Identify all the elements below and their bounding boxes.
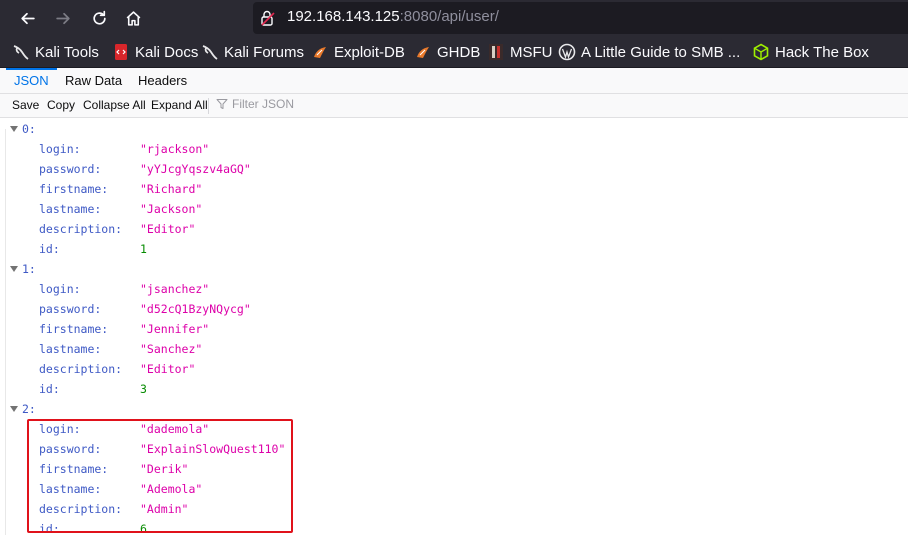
copy-button[interactable]: Copy [47,98,75,112]
expand-triangle-icon [10,265,18,272]
bookmark-label: Kali Tools [35,43,99,61]
json-key: description: [39,222,123,236]
bookmark-label: GHDB [437,43,481,61]
json-value: "Sanchez" [140,342,203,356]
json-viewer-tabs: JSON Raw Data Headers [0,68,908,94]
json-entry-toggle[interactable]: 0: [10,119,36,139]
json-entry-toggle[interactable]: 2: [10,399,36,419]
hackthebox-icon [752,43,770,61]
kali-docs-icon [112,43,130,61]
bookmark-kali-docs[interactable]: Kali Docs [112,42,198,62]
bookmark-msfu[interactable]: MSFU [487,42,553,62]
json-key: id: [39,382,60,396]
msfu-icon [487,43,505,61]
filter-json-input[interactable]: Filter JSON [216,97,294,111]
json-tree: 0: login: "rjackson" password: "yYJcgYqszv… [0,119,908,535]
bookmark-hack-the-box[interactable]: Hack The Box [752,42,869,62]
json-key: description: [39,362,123,376]
home-icon [126,10,140,26]
expand-triangle-icon [10,125,18,132]
filter-icon [216,99,228,109]
json-key: lastname: [39,482,102,496]
ghdb-icon [414,43,432,61]
json-value: 1 [140,242,147,256]
json-value: "Ademola" [140,482,203,496]
bookmark-kali-forums[interactable]: Kali Forums [201,42,304,62]
entry-index: 1: [22,262,36,276]
tab-raw-data[interactable]: Raw Data [57,68,130,94]
arrow-left-icon [20,12,35,24]
json-value: "Richard" [140,182,203,196]
reload-button[interactable] [86,6,112,30]
json-value: "Jackson" [140,202,203,216]
json-key: description: [39,502,123,516]
json-value: "d52cQ1BzyNQycg" [140,302,251,316]
json-value: "Jennifer" [140,322,210,336]
kali-dragon-icon [201,43,219,61]
json-value: "jsanchez" [140,282,210,296]
json-key: firstname: [39,322,109,336]
entry-index: 0: [22,122,36,136]
json-toolbar: Save Copy Collapse All Expand All Filter… [0,94,908,118]
json-key: password: [39,302,102,316]
json-value: "ExplainSlowQuest110" [140,442,286,456]
bookmark-exploit-db[interactable]: Exploit-DB [311,42,405,62]
json-value: "Derik" [140,462,189,476]
json-key: password: [39,162,102,176]
exploit-db-icon [311,43,329,61]
json-entry-toggle[interactable]: 1: [10,259,36,279]
bookmarks-bar: Kali Tools Kali Docs Kali Forums Exploit… [0,36,908,68]
bookmark-label: Kali Forums [224,43,305,61]
navigation-bar: 192.168.143.125:8080/api/user/ [0,0,908,36]
url-path: :8080/api/user/ [399,8,499,25]
bookmark-label: MSFU [510,43,553,61]
json-value: "dademola" [140,422,210,436]
back-button[interactable] [14,6,40,30]
bookmark-label: Kali Docs [135,43,199,61]
json-key: firstname: [39,462,109,476]
toolbar-divider [208,98,209,114]
tab-headers[interactable]: Headers [130,68,195,94]
json-key: login: [39,422,81,436]
json-key: lastname: [39,202,102,216]
json-key: login: [39,142,81,156]
save-button[interactable]: Save [12,98,39,112]
expand-triangle-icon [10,405,18,412]
collapse-all-button[interactable]: Collapse All [83,98,146,112]
reload-icon [92,10,106,25]
filter-placeholder: Filter JSON [232,97,295,111]
tab-json[interactable]: JSON [6,68,57,94]
url-bar[interactable]: 192.168.143.125:8080/api/user/ [253,2,908,34]
json-key: login: [39,282,81,296]
forward-button[interactable] [50,6,76,30]
bookmark-smb-guide[interactable]: A Little Guide to SMB ... [558,42,740,62]
bookmark-kali-tools[interactable]: Kali Tools [12,42,99,62]
expand-all-button[interactable]: Expand All [151,98,208,112]
json-key: lastname: [39,342,102,356]
bookmark-ghdb[interactable]: GHDB [414,42,480,62]
bookmark-label: A Little Guide to SMB ... [581,43,741,61]
json-value: "yYJcgYqszv4aGQ" [140,162,251,176]
json-value: 3 [140,382,147,396]
json-value: "Editor" [140,362,196,376]
json-key: id: [39,522,60,535]
json-value: 6 [140,522,147,535]
json-key: id: [39,242,60,256]
url-text[interactable]: 192.168.143.125:8080/api/user/ [287,8,499,25]
kali-dragon-icon [12,43,30,61]
json-value: "rjackson" [140,142,210,156]
entry-index: 2: [22,402,36,416]
tree-guide-line [5,129,6,535]
lock-insecure-icon[interactable] [259,9,277,27]
bookmark-label: Exploit-DB [334,43,405,61]
json-value: "Admin" [140,502,189,516]
json-key: password: [39,442,102,456]
wordpress-icon [558,43,576,61]
bookmark-label: Hack The Box [775,43,869,61]
home-button[interactable] [120,6,146,30]
url-host: 192.168.143.125 [287,8,400,25]
arrow-right-icon [55,12,70,24]
json-value: "Editor" [140,222,196,236]
json-key: firstname: [39,182,109,196]
